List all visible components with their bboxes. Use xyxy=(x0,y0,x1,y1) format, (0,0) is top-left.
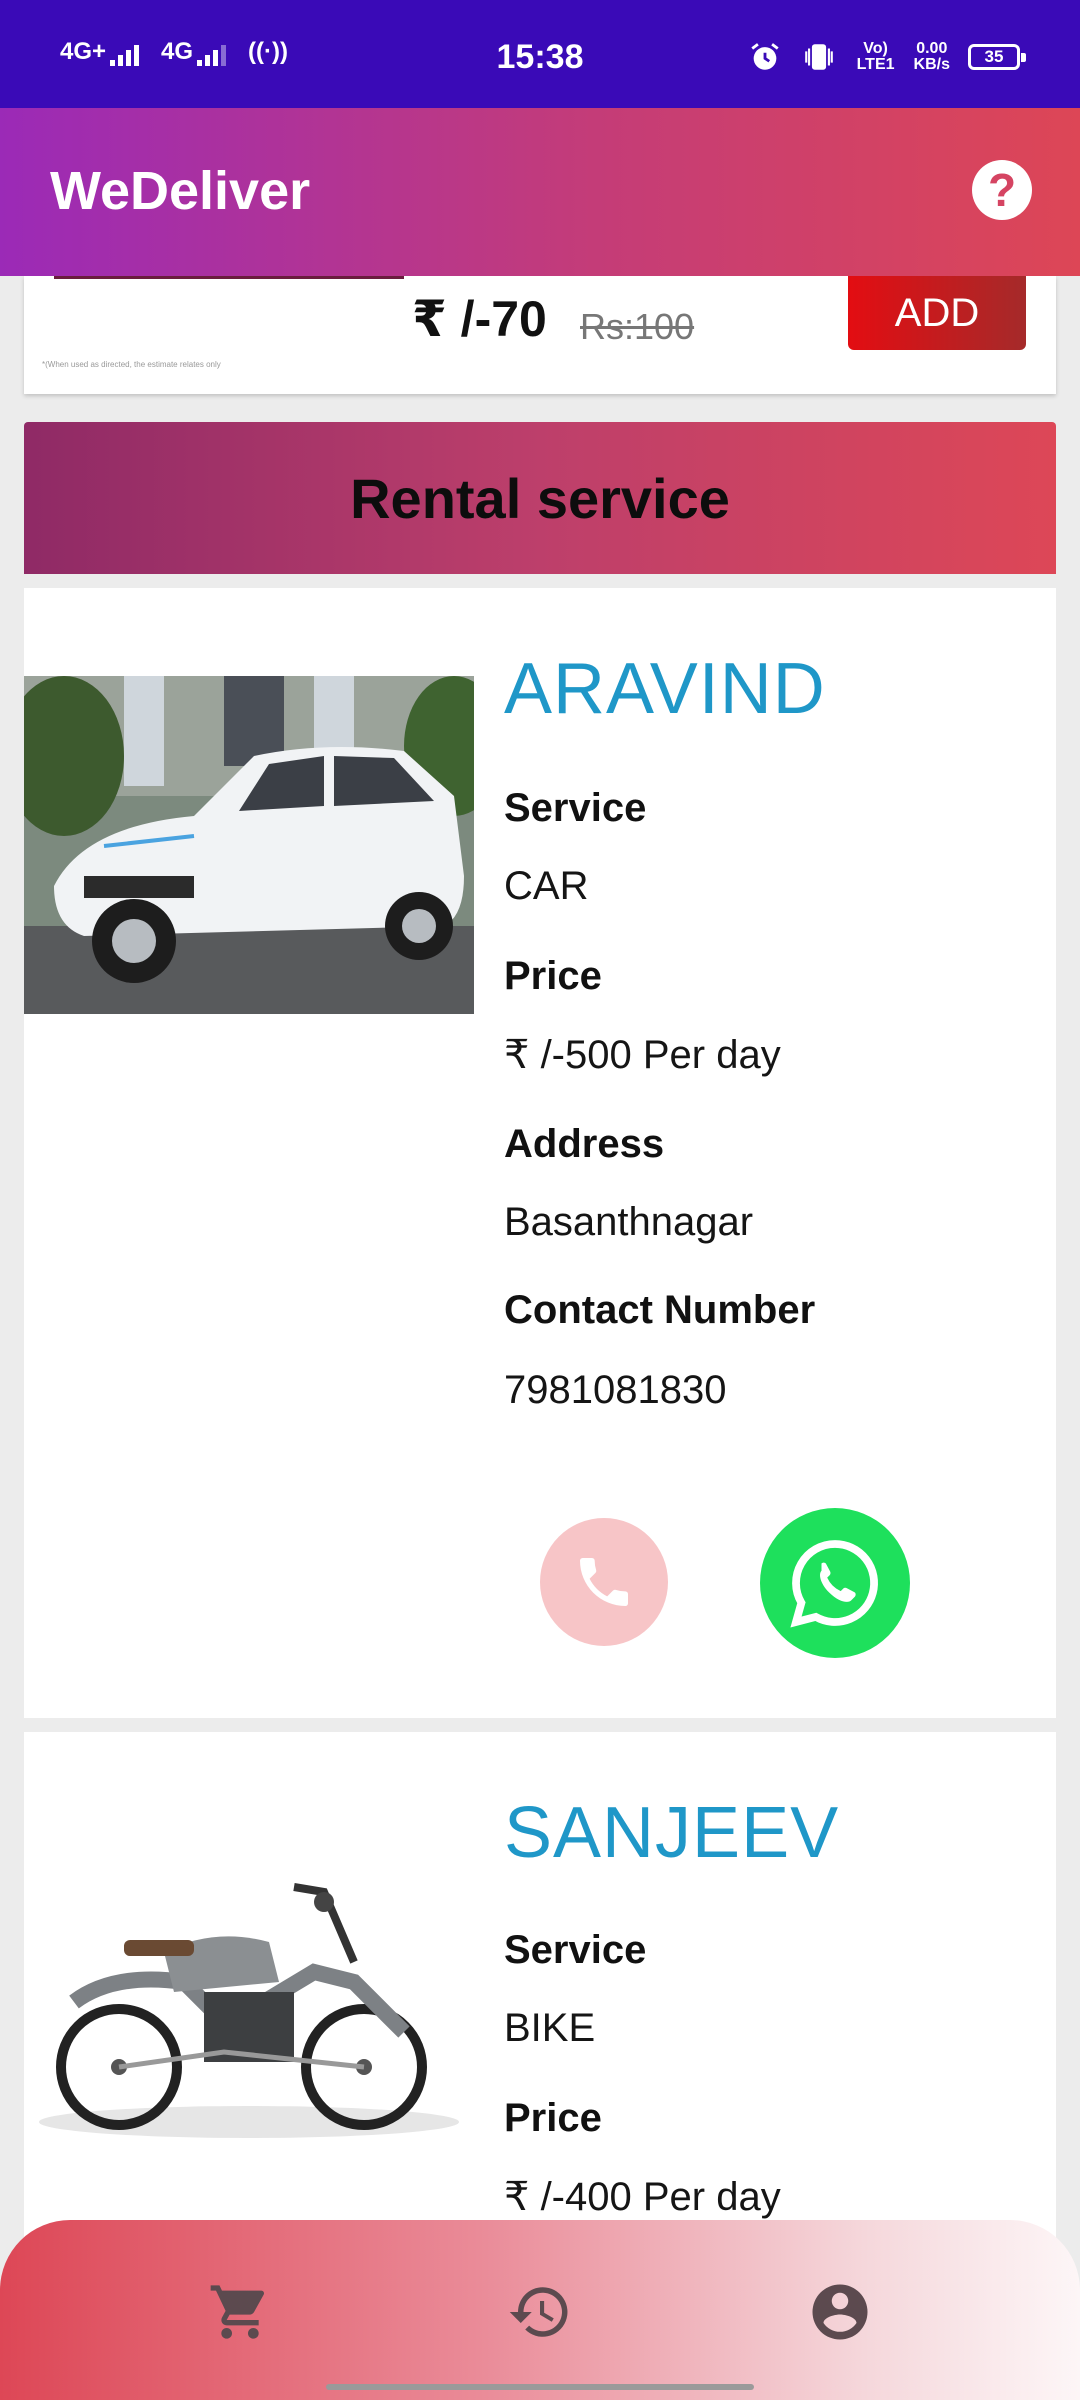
service-card: ARAVIND Service CAR Price ₹ /-500 Per da… xyxy=(24,588,1056,1718)
product-price: ₹ /-70 xyxy=(412,291,547,347)
call-button[interactable] xyxy=(540,1518,668,1646)
service-label: Service xyxy=(504,1928,647,1972)
service-value: BIKE xyxy=(504,2006,596,2050)
product-note: *(When used as directed, the estimate re… xyxy=(42,360,221,369)
network-speed: 0.00 KB/s xyxy=(914,41,950,73)
nav-history[interactable] xyxy=(504,2276,576,2348)
battery-icon: 35 xyxy=(968,44,1026,70)
section-header: Rental service xyxy=(24,422,1056,574)
contact-value: 7981081830 xyxy=(504,1368,727,1412)
provider-name: SANJEEV xyxy=(504,1793,840,1873)
product-image xyxy=(54,276,404,279)
phone-icon xyxy=(580,1558,628,1606)
product-card: ₹ /-70 Rs:100 *(When used as directed, t… xyxy=(24,276,1056,394)
provider-name: ARAVIND xyxy=(504,649,826,729)
address-value: Basanthnagar xyxy=(504,1200,754,1244)
motorcycle-photo xyxy=(24,1832,474,2170)
price-value: ₹ /-400 Per day xyxy=(504,2175,781,2219)
price-label: Price xyxy=(504,2096,602,2140)
add-button[interactable]: ADD xyxy=(848,276,1026,350)
home-indicator[interactable] xyxy=(326,2384,754,2390)
speed-unit: KB/s xyxy=(913,56,950,73)
service-label: Service xyxy=(504,786,647,830)
alarm-icon xyxy=(750,43,779,70)
section-title: Rental service xyxy=(350,466,730,530)
volte-indicator: Vo) LTE1 xyxy=(856,40,895,73)
nav-account[interactable] xyxy=(804,2276,876,2348)
vibrate-icon xyxy=(804,44,833,70)
product-old-price: Rs:100 xyxy=(580,306,695,347)
app-title: WeDeliver xyxy=(50,161,311,221)
contact-label: Contact Number xyxy=(504,1288,816,1332)
whatsapp-icon xyxy=(790,1540,878,1628)
white-car-photo xyxy=(24,676,474,1014)
price-value: ₹ /-500 Per day xyxy=(504,1033,781,1077)
help-circle-icon[interactable]: ? xyxy=(972,160,1032,220)
bottom-navigation xyxy=(0,2220,1080,2400)
status-icons: Vo) LTE1 0.00 KB/s 35 xyxy=(748,40,1026,74)
address-label: Address xyxy=(504,1122,665,1166)
status-bar: 4G+ 4G ((·)) 15:38 Vo) LTE1 0.00 KB/s 35 xyxy=(0,0,1080,108)
cart-icon xyxy=(210,2285,265,2339)
speed-value: 0.00 xyxy=(916,40,948,57)
app-bar: WeDeliver ? xyxy=(0,108,1080,276)
price-label: Price xyxy=(504,954,602,998)
nav-cart[interactable] xyxy=(204,2276,276,2348)
whatsapp-button[interactable] xyxy=(760,1508,910,1658)
history-icon xyxy=(509,2287,568,2337)
service-value: CAR xyxy=(504,864,589,908)
account-icon xyxy=(812,2284,868,2340)
battery-level: 35 xyxy=(984,47,1004,66)
